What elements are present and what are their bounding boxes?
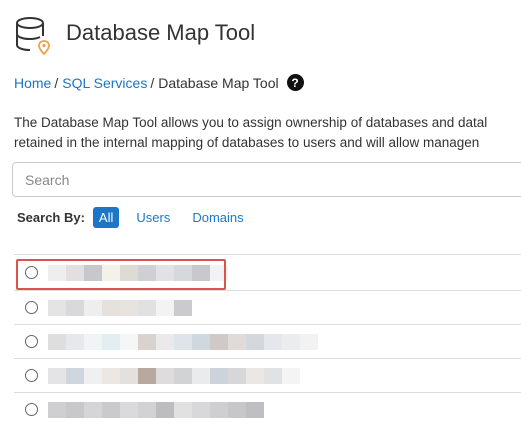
result-row[interactable] xyxy=(14,392,521,426)
search-input[interactable] xyxy=(13,163,521,196)
result-row[interactable] xyxy=(14,290,521,324)
filter-all-button[interactable]: All xyxy=(92,207,120,228)
page-description: The Database Map Tool allows you to assi… xyxy=(14,113,521,153)
breadcrumb-current: Database Map Tool xyxy=(158,74,279,91)
search-by-label: Search By: xyxy=(17,210,85,225)
row-radio-button[interactable] xyxy=(25,266,38,279)
filter-domains-link[interactable]: Domains xyxy=(192,210,243,225)
row-radio-button[interactable] xyxy=(25,369,38,382)
page-header xyxy=(14,14,54,58)
description-line-2: retained in the internal mapping of data… xyxy=(14,135,480,150)
breadcrumb-sql-services[interactable]: SQL Services xyxy=(62,75,147,91)
row-radio-button[interactable] xyxy=(25,301,38,314)
row-radio-button[interactable] xyxy=(25,403,38,416)
redacted-database-name xyxy=(48,333,318,350)
description-line-1: The Database Map Tool allows you to assi… xyxy=(14,115,488,130)
redacted-database-name xyxy=(48,367,300,384)
result-row[interactable] xyxy=(14,358,521,392)
breadcrumb-home[interactable]: Home xyxy=(14,75,51,91)
redacted-database-name xyxy=(48,401,264,418)
result-row[interactable] xyxy=(14,254,521,290)
breadcrumb-separator: / xyxy=(54,74,59,91)
redacted-database-name xyxy=(48,299,192,316)
question-circle-icon[interactable]: ? xyxy=(286,74,304,91)
page-title: Database Map Tool xyxy=(66,20,256,45)
search-by-filter: Search By: All Users Domains xyxy=(17,207,266,228)
database-results-list xyxy=(14,254,521,426)
database-location-icon xyxy=(14,14,54,58)
breadcrumb-separator: / xyxy=(150,74,155,91)
result-row[interactable] xyxy=(14,324,521,358)
filter-users-link[interactable]: Users xyxy=(136,210,170,225)
search-box xyxy=(12,162,521,197)
redacted-database-name xyxy=(48,264,228,281)
row-radio-button[interactable] xyxy=(25,335,38,348)
breadcrumb: Home / SQL Services / Database Map Tool … xyxy=(14,74,304,91)
